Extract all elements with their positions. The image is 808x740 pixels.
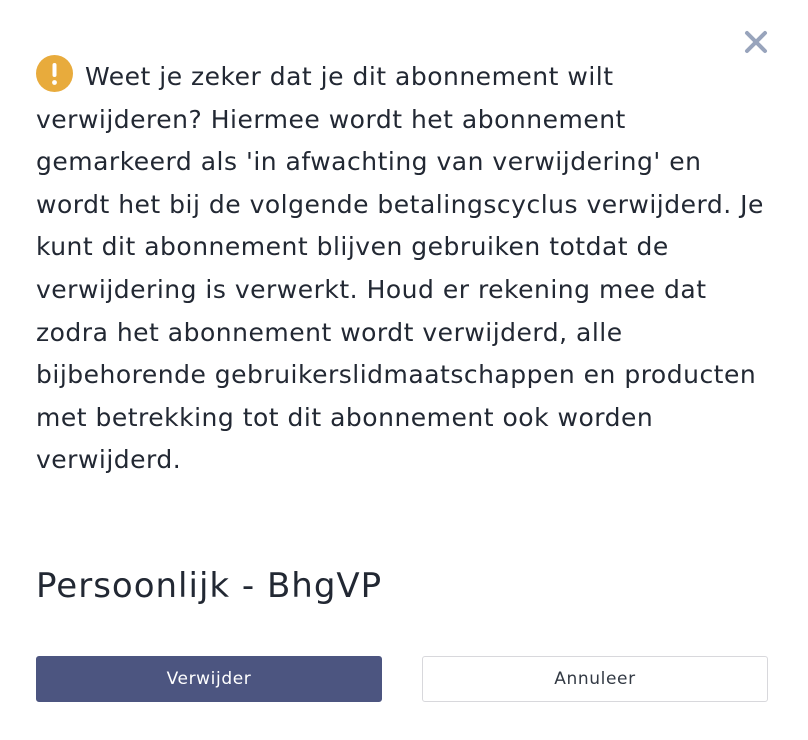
cancel-button[interactable]: Annuleer — [422, 656, 768, 702]
subscription-name: Persoonlijk - BhgVP — [36, 566, 383, 606]
close-icon[interactable] — [744, 30, 768, 58]
delete-subscription-dialog: Weet je zeker dat je dit abonnement wilt… — [0, 0, 808, 740]
confirmation-text: Weet je zeker dat je dit abonnement wilt… — [36, 62, 764, 475]
confirm-delete-button[interactable]: Verwijder — [36, 656, 382, 702]
exclamation-circle-icon — [36, 55, 73, 92]
confirmation-message: Weet je zeker dat je dit abonnement wilt… — [36, 55, 766, 482]
